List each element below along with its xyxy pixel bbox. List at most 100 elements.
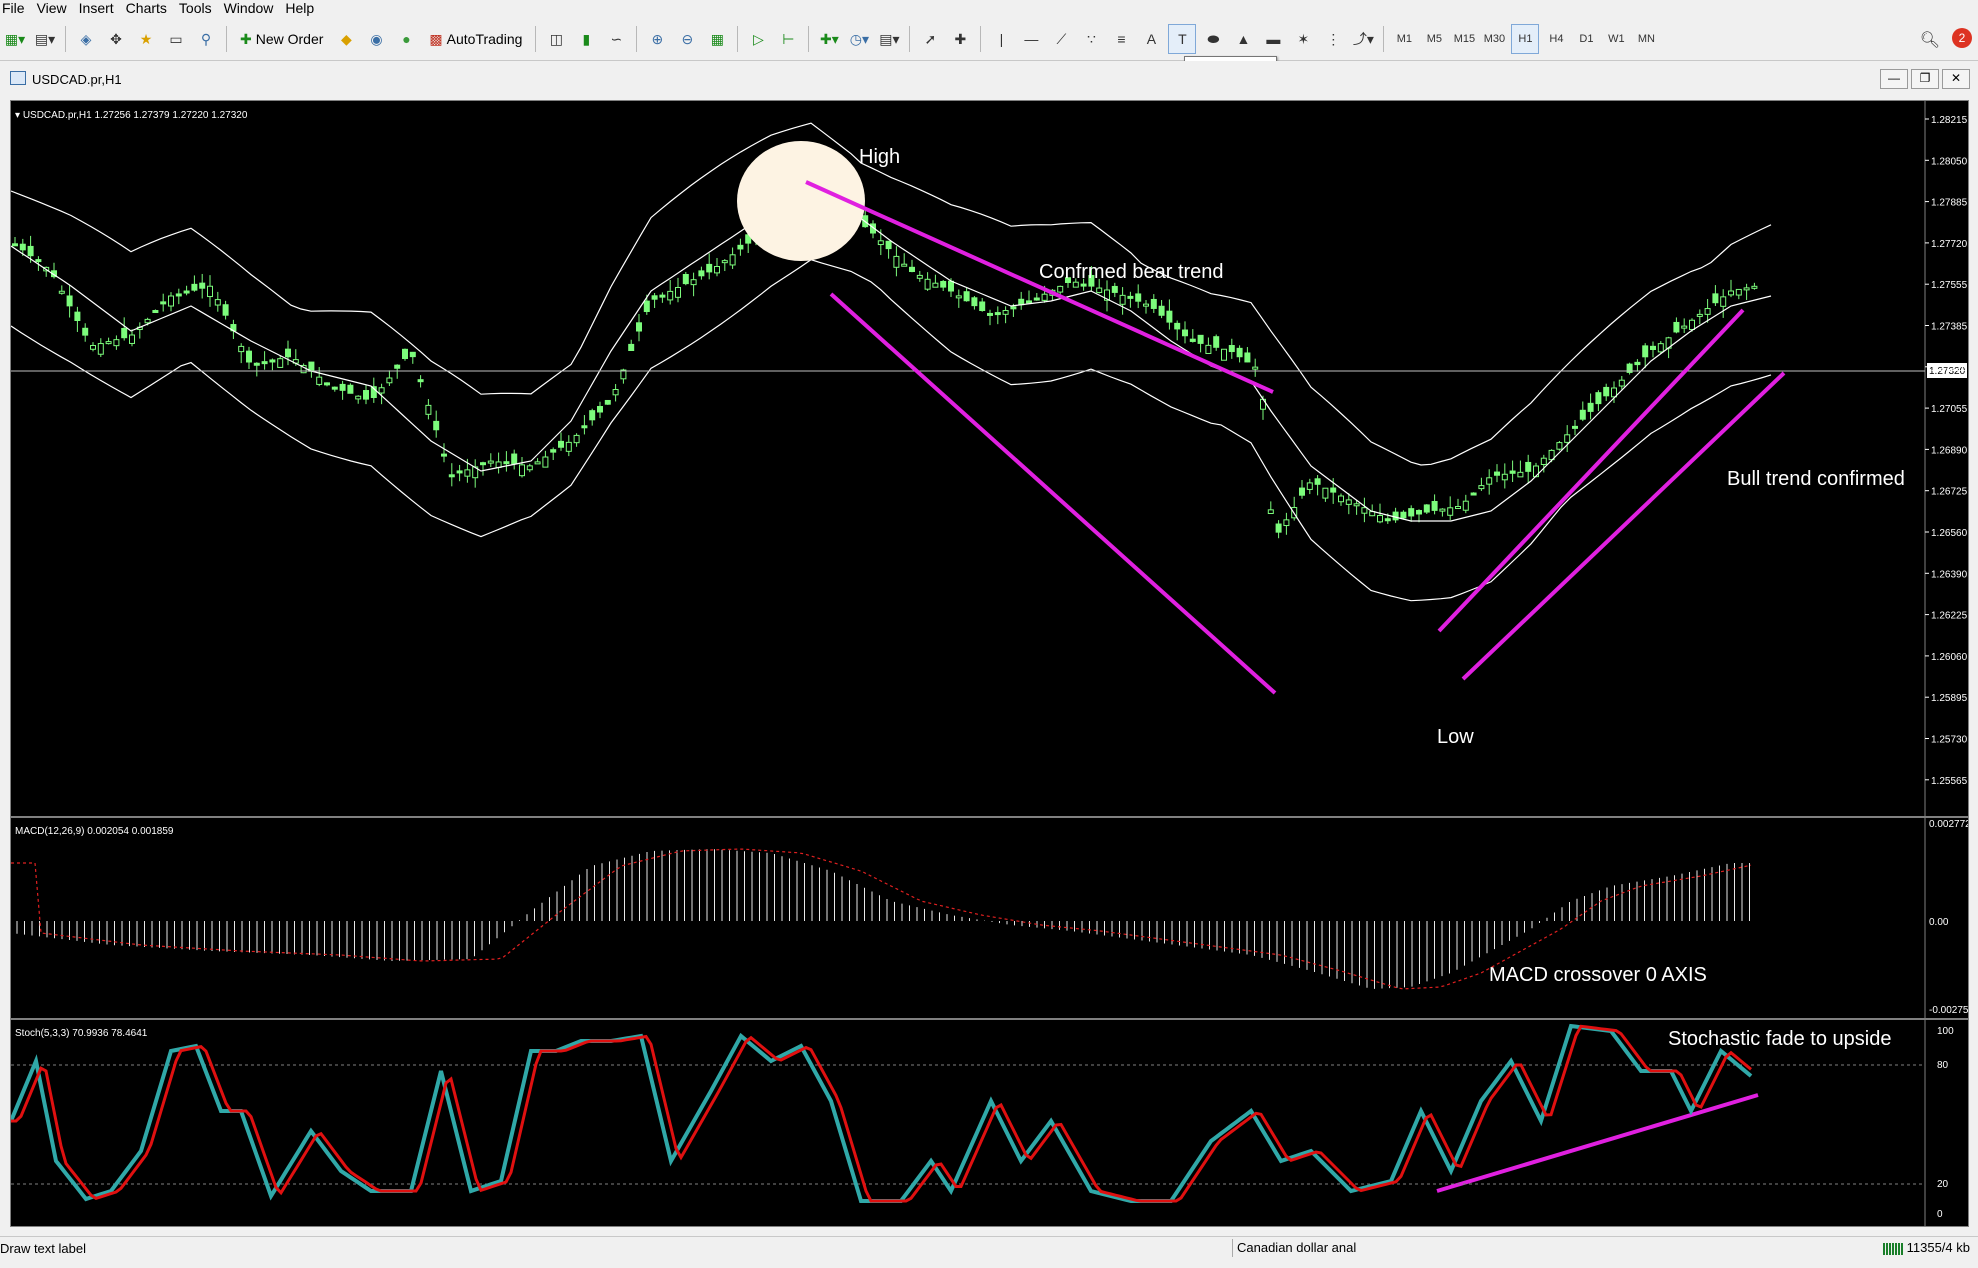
candle-body	[1189, 338, 1196, 342]
data-window-icon[interactable]: ✥	[103, 25, 129, 53]
menu-help[interactable]: Help	[283, 0, 324, 17]
trendline-icon[interactable]: ⟋	[1048, 25, 1074, 53]
text-label-icon[interactable]: T	[1168, 24, 1197, 54]
menu-file[interactable]: File	[0, 0, 35, 17]
arrows-icon[interactable]: ⤴▾	[1350, 25, 1376, 53]
line-chart-icon[interactable]: ∽	[603, 25, 629, 53]
annotation-high[interactable]: High	[859, 146, 900, 168]
annotation-stochastic[interactable]: Stochastic fade to upside	[1668, 1028, 1891, 1050]
timeframe-m5[interactable]: M5	[1421, 25, 1447, 53]
menu-charts[interactable]: Charts	[124, 0, 177, 17]
new-order-label: New Order	[255, 31, 324, 47]
candle-chart-icon[interactable]: ▮	[573, 25, 599, 53]
bull-trendline-upper[interactable]	[1437, 308, 1745, 633]
andrews-icon[interactable]: ⋮	[1320, 25, 1346, 53]
signals-icon[interactable]: ◉	[363, 25, 389, 53]
candle-body	[1603, 386, 1610, 397]
annotation-bear-trend[interactable]: Confrmed bear trend	[1039, 261, 1224, 283]
candle-body	[316, 376, 323, 385]
terminal-icon[interactable]: ▭	[163, 25, 189, 53]
candle-body	[729, 254, 736, 266]
chart-area[interactable]: 1.27320 High Confrmed bear trend Low Bul…	[10, 100, 1969, 1227]
candle-body	[27, 245, 34, 257]
bar-chart-icon[interactable]: ◫	[543, 25, 569, 53]
gann-icon[interactable]: ✶	[1290, 25, 1316, 53]
autotrading-button[interactable]: ▩ AutoTrading	[423, 25, 528, 53]
timeframe-d1[interactable]: D1	[1573, 25, 1599, 53]
candle-body	[565, 441, 572, 452]
annotation-bull-trend[interactable]: Bull trend confirmed	[1727, 468, 1905, 490]
candle-body	[378, 387, 385, 394]
candle-body	[74, 311, 81, 322]
menu-view[interactable]: View	[35, 0, 77, 17]
band-lower	[11, 259, 1772, 602]
profiles-icon[interactable]: ▤▾	[32, 25, 58, 53]
indicators-icon[interactable]: ✚▾	[816, 25, 842, 53]
candle-body	[347, 384, 354, 394]
annotation-low[interactable]: Low	[1437, 726, 1474, 748]
candle-body	[558, 440, 564, 448]
candle-body	[487, 460, 494, 464]
minimize-icon[interactable]: —	[1880, 69, 1908, 89]
channel-icon[interactable]: ∵	[1078, 25, 1104, 53]
candle-body	[246, 350, 252, 363]
menu-bar: File View Insert Charts Tools Window Help	[0, 0, 1978, 18]
notification-badge[interactable]: 2	[1952, 28, 1972, 48]
price-tick-label: 1.26060	[1931, 652, 1968, 663]
chart-shift-icon[interactable]: ⊢	[775, 25, 801, 53]
chart-header-text: USDCAD.pr,H1 1.27256 1.27379 1.27220 1.2…	[23, 110, 248, 121]
tile-icon[interactable]: ▦	[704, 25, 730, 53]
timeframe-m15[interactable]: M15	[1451, 25, 1477, 53]
new-chart-icon[interactable]: ▦▾	[2, 25, 28, 53]
ellipse-icon[interactable]: ⬬	[1200, 25, 1226, 53]
navigator-icon[interactable]: ★	[133, 25, 159, 53]
autoscroll-icon[interactable]: ▷	[745, 25, 771, 53]
triangle-icon[interactable]: ▲	[1230, 25, 1256, 53]
crosshair-icon[interactable]: ✚	[947, 25, 973, 53]
annotation-macd[interactable]: MACD crossover 0 AXIS	[1489, 964, 1707, 986]
cursor-icon[interactable]: ➚	[917, 25, 943, 53]
horizontal-line-icon[interactable]: —	[1018, 25, 1044, 53]
timeframe-mn[interactable]: MN	[1633, 25, 1659, 53]
timeframe-w1[interactable]: W1	[1603, 25, 1629, 53]
bear-trendline-upper[interactable]	[805, 180, 1274, 394]
candle-body	[885, 240, 892, 250]
macd-tick-label: -0.002753	[1929, 1005, 1968, 1016]
candle-body	[1743, 287, 1750, 291]
status-profile[interactable]: Canadian dollar anal	[1232, 1239, 1356, 1257]
status-traffic: 11355/4 kb	[1882, 1239, 1970, 1257]
text-icon[interactable]: A	[1138, 25, 1164, 53]
candle-body	[604, 399, 611, 405]
candle-body	[1447, 507, 1454, 516]
fibo-icon[interactable]: ≡	[1108, 25, 1134, 53]
new-order-button[interactable]: ✚ New Order	[234, 25, 329, 53]
tester-icon[interactable]: ⚲	[193, 25, 219, 53]
zoom-out-icon[interactable]: ⊖	[674, 25, 700, 53]
timeframe-m1[interactable]: M1	[1391, 25, 1417, 53]
bull-trendline-lower[interactable]	[1461, 371, 1786, 681]
search-icon[interactable]: 🔍︎	[1920, 30, 1940, 50]
metaeditor-icon[interactable]: ◆	[333, 25, 359, 53]
separator	[65, 26, 66, 52]
zoom-in-icon[interactable]: ⊕	[644, 25, 670, 53]
menu-tools[interactable]: Tools	[177, 0, 222, 17]
close-icon[interactable]: ✕	[1942, 69, 1970, 89]
timeframe-h1[interactable]: H1	[1511, 24, 1540, 54]
menu-insert[interactable]: Insert	[77, 0, 124, 17]
templates-icon[interactable]: ▤▾	[876, 25, 902, 53]
axis-labels: 1.28215 1.28050 1.27885 1.27720 1.27555 1.273…	[1925, 115, 1968, 1220]
restore-icon[interactable]: ❐	[1911, 69, 1939, 89]
menu-window[interactable]: Window	[222, 0, 284, 17]
market-icon[interactable]: ●	[393, 25, 419, 53]
vertical-line-icon[interactable]: |	[988, 25, 1014, 53]
market-watch-icon[interactable]: ◈	[73, 25, 99, 53]
timeframe-m30[interactable]: M30	[1481, 25, 1507, 53]
price-tick-label: 1.27555	[1931, 280, 1968, 291]
rectangle-icon[interactable]: ▬	[1260, 25, 1286, 53]
chart-tab[interactable]: USDCAD.pr,H1	[10, 71, 122, 87]
candle-body	[1735, 288, 1742, 296]
periods-icon[interactable]: ◷▾	[846, 25, 872, 53]
candle-body	[519, 464, 525, 477]
candle-body	[1283, 519, 1290, 527]
timeframe-h4[interactable]: H4	[1543, 25, 1569, 53]
